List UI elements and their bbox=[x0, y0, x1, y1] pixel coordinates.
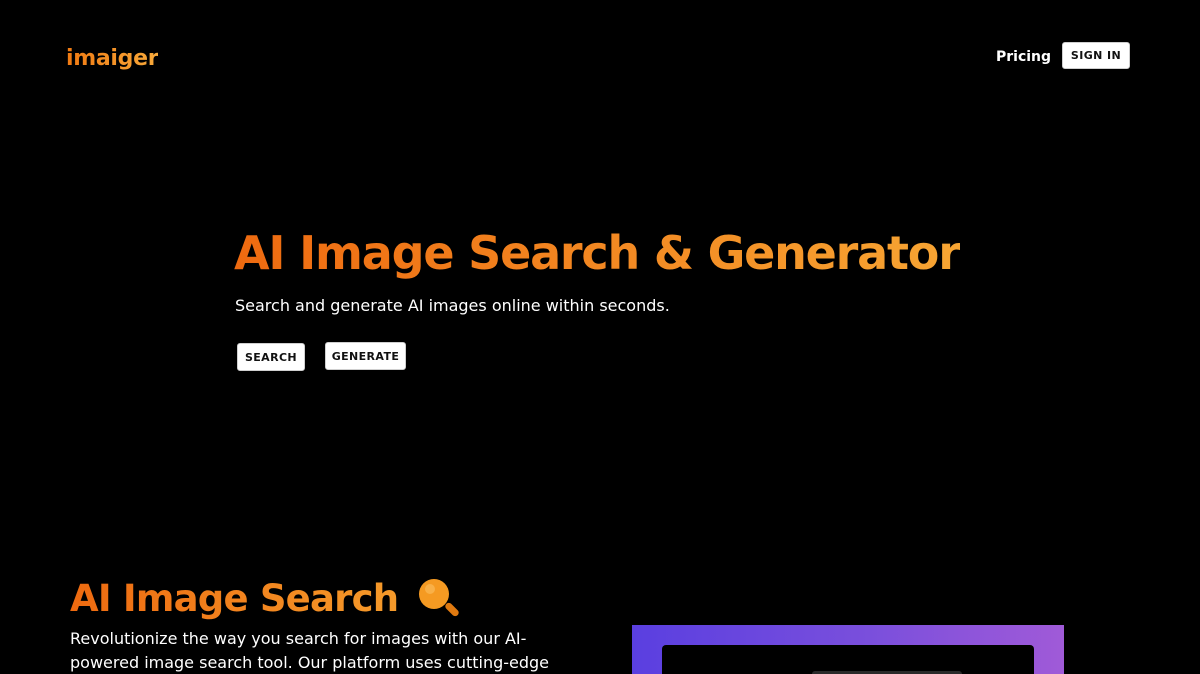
section-title: AI Image Search bbox=[70, 574, 462, 624]
magnifying-glass-icon bbox=[419, 579, 459, 617]
sign-in-button[interactable]: SIGN IN bbox=[1062, 42, 1130, 69]
section-description: Revolutionize the way you search for ima… bbox=[70, 629, 550, 672]
hero-subtitle: Search and generate AI images online wit… bbox=[235, 296, 670, 315]
nav-pricing-link[interactable]: Pricing bbox=[996, 47, 1051, 67]
logo[interactable]: imaiger bbox=[66, 44, 159, 74]
generate-button[interactable]: GENERATE bbox=[325, 342, 406, 370]
preview-window bbox=[662, 645, 1034, 674]
page: imaiger Pricing SIGN IN AI Image Search … bbox=[0, 0, 1200, 674]
search-button[interactable]: SEARCH bbox=[237, 343, 305, 371]
hero-title: AI Image Search & Generator bbox=[234, 222, 961, 284]
section-title-text: AI Image Search bbox=[70, 574, 399, 624]
preview-image bbox=[632, 625, 1064, 674]
